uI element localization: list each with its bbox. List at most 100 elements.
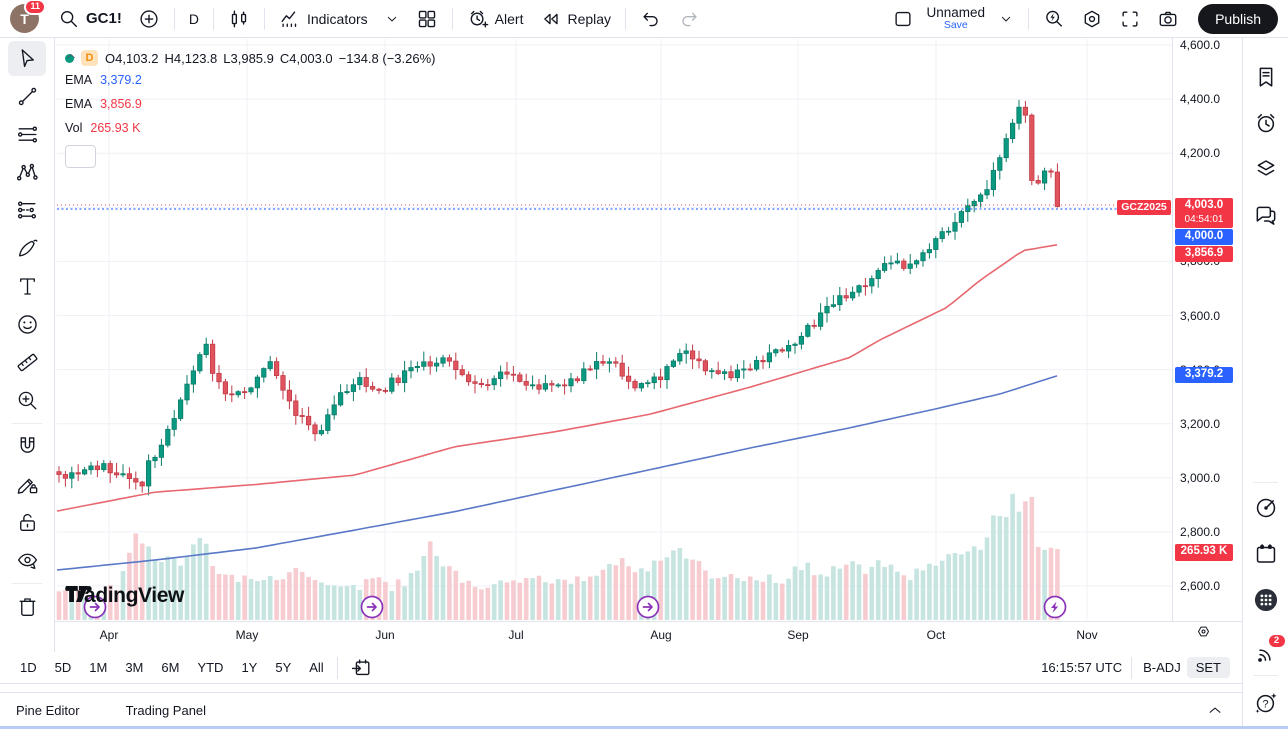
expand-panel-chevron-icon[interactable] xyxy=(1206,701,1224,719)
layout-grid-icon xyxy=(416,8,438,30)
time-axis[interactable]: AprMayJunJulAugSepOctNov xyxy=(55,621,1242,653)
alert-button[interactable]: Alert xyxy=(460,5,531,33)
tool-brush[interactable] xyxy=(8,231,46,266)
tool-xabcd-pattern[interactable] xyxy=(8,155,46,190)
camera-icon xyxy=(1157,8,1179,30)
month-tick-sep: Sep xyxy=(787,628,808,642)
indicators-button[interactable]: Indicators xyxy=(272,5,375,33)
go-to-date-icon xyxy=(350,657,372,679)
top-toolbar: T 11 GC1! D Indicators xyxy=(0,0,1288,38)
undo-button[interactable] xyxy=(633,5,669,33)
ema-red-legend-row[interactable]: EMA 3,856.9 xyxy=(65,97,442,111)
chart-settings-button[interactable] xyxy=(1074,5,1110,33)
chart-type-button[interactable] xyxy=(221,5,257,33)
indicators-templates-arrow[interactable] xyxy=(377,8,407,30)
replay-button[interactable]: Replay xyxy=(532,5,618,33)
sidebar-help-button[interactable]: ? xyxy=(1249,686,1283,720)
brush-icon xyxy=(15,236,40,261)
price-axis[interactable]: 4,600.04,400.04,200.04,000.03,800.03,600… xyxy=(1172,38,1243,621)
tool-hide-drawings[interactable] xyxy=(8,543,46,578)
ema-red-value: 3,856.9 xyxy=(100,97,142,111)
interval-button[interactable]: D xyxy=(182,8,206,30)
series-legend-row[interactable]: D O4,103.2H4,123.8L3,985.9C4,003.0−134.8… xyxy=(65,50,442,66)
broadcast-count-badge: 2 xyxy=(1267,633,1287,649)
range-1y-button[interactable]: 1Y xyxy=(233,657,265,678)
tool-projection[interactable] xyxy=(8,193,46,228)
chart-pane[interactable]: D O4,103.2H4,123.8L3,985.9C4,003.0−134.8… xyxy=(55,38,1172,621)
trading-panel-tab[interactable]: Trading Panel xyxy=(126,703,206,718)
toolbar-separator xyxy=(12,583,42,584)
bottom-toolbar: 1D5D1M3M6MYTD1Y5YAll 16:15:57 UTC B-ADJ … xyxy=(0,652,1242,684)
symbol-search-button[interactable]: GC1! xyxy=(51,5,129,33)
sidebar-calendar-button[interactable] xyxy=(1249,537,1283,571)
volume-legend-row[interactable]: Vol 265.93 K xyxy=(65,121,442,135)
range-1m-button[interactable]: 1M xyxy=(81,657,115,678)
undo-icon xyxy=(640,8,662,30)
range-5y-button[interactable]: 5Y xyxy=(267,657,299,678)
bottom-panel: Pine Editor Trading Panel xyxy=(0,692,1274,727)
adjustment-toggle[interactable]: B-ADJ xyxy=(1137,657,1187,678)
horizontal-line-price-label: 4,000.0 xyxy=(1175,229,1233,245)
calendar-icon xyxy=(1253,541,1279,567)
trend-line-icon xyxy=(15,84,40,109)
quick-search-button[interactable] xyxy=(1036,5,1072,33)
month-tick-may: May xyxy=(236,628,259,642)
user-avatar[interactable]: T 11 xyxy=(10,4,39,33)
sidebar-object-tree-button[interactable] xyxy=(1249,152,1283,186)
price-tick: 4,600.0 xyxy=(1180,38,1220,52)
ema-blue-legend-row[interactable]: EMA 3,379.2 xyxy=(65,73,442,87)
fib-retracement-icon xyxy=(15,122,40,147)
layout-name-save[interactable]: Unnamed Save xyxy=(923,5,990,32)
session-toggle[interactable]: SET xyxy=(1187,657,1230,678)
month-tick-oct: Oct xyxy=(927,628,946,642)
price-axis-settings-gear-icon[interactable] xyxy=(1196,624,1211,639)
tool-cursor[interactable] xyxy=(8,41,46,76)
range-3m-button[interactable]: 3M xyxy=(117,657,151,678)
range-all-button[interactable]: All xyxy=(301,657,331,678)
notification-count-badge: 11 xyxy=(24,0,46,15)
sidebar-apps-button[interactable] xyxy=(1249,583,1283,617)
legend-collapse-button[interactable] xyxy=(65,145,96,168)
chart-legend: D O4,103.2H4,123.8L3,985.9C4,003.0−134.8… xyxy=(65,50,442,168)
tool-measure-ruler[interactable] xyxy=(8,345,46,380)
redo-button[interactable] xyxy=(671,5,707,33)
drawing-mode-icon xyxy=(15,472,40,497)
pine-editor-tab[interactable]: Pine Editor xyxy=(16,703,80,718)
sidebar-alerts-button[interactable] xyxy=(1249,106,1283,140)
fullscreen-button[interactable] xyxy=(1112,5,1148,33)
snapshot-button[interactable] xyxy=(1150,5,1186,33)
tool-drawing-mode[interactable] xyxy=(8,467,46,502)
range-5d-button[interactable]: 5D xyxy=(47,657,80,678)
change-value: −134.8 (−3.26%) xyxy=(339,51,436,66)
range-6m-button[interactable]: 6M xyxy=(153,657,187,678)
toolbar-divider xyxy=(625,8,626,30)
layout-menu-arrow[interactable] xyxy=(991,8,1021,30)
tool-emoji[interactable] xyxy=(8,307,46,342)
interval-label: D xyxy=(189,11,199,27)
publish-button[interactable]: Publish xyxy=(1198,4,1278,34)
settings-gear-icon xyxy=(1081,8,1103,30)
range-ytd-button[interactable]: YTD xyxy=(189,657,231,678)
tool-text[interactable] xyxy=(8,269,46,304)
sidebar-broadcast-button[interactable]: 2 xyxy=(1249,637,1283,671)
save-layout-button[interactable] xyxy=(885,5,921,33)
ema-label: EMA xyxy=(65,73,92,87)
tool-lock-drawings[interactable] xyxy=(8,505,46,540)
save-link[interactable]: Save xyxy=(944,20,968,31)
tool-zoom-in[interactable] xyxy=(8,383,46,418)
sidebar-watchlist-button[interactable] xyxy=(1249,60,1283,94)
multichart-layout-button[interactable] xyxy=(409,5,445,33)
sidebar-chat-button[interactable] xyxy=(1249,198,1283,232)
screener-icon xyxy=(1253,495,1279,521)
month-tick-jul: Jul xyxy=(508,628,523,642)
sidebar-screener-button[interactable] xyxy=(1249,491,1283,525)
alerts-icon xyxy=(1253,110,1279,136)
range-1d-button[interactable]: 1D xyxy=(12,657,45,678)
compare-add-symbol-button[interactable] xyxy=(131,5,167,33)
go-to-date-button[interactable] xyxy=(343,654,379,682)
tool-magnet[interactable] xyxy=(8,429,46,464)
clock-utc[interactable]: 16:15:57 UTC xyxy=(1041,660,1122,675)
tool-remove-drawings[interactable] xyxy=(8,589,46,624)
tool-fib-retracement[interactable] xyxy=(8,117,46,152)
tool-trend-line[interactable] xyxy=(8,79,46,114)
